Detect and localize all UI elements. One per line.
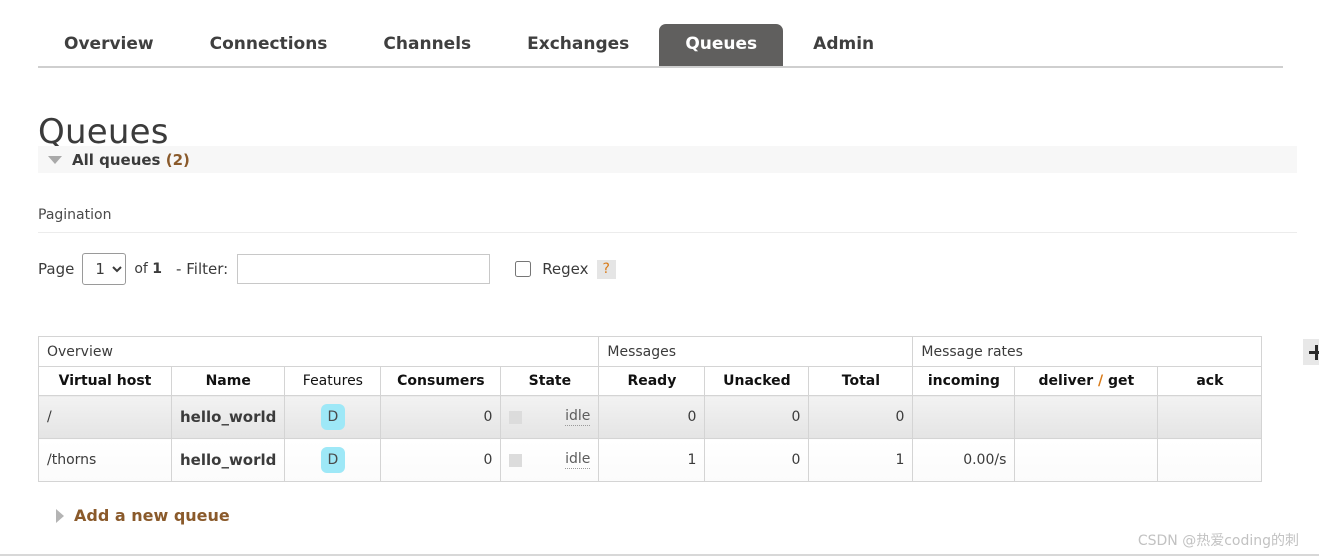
cell-features: D	[284, 438, 382, 482]
cell-deliver-get	[1014, 438, 1159, 482]
queues-table: Overview Messages Message rates Virtual …	[37, 336, 1263, 482]
chevron-right-icon	[56, 508, 64, 523]
column-header-unacked[interactable]: Unacked	[704, 366, 810, 396]
regex-help-icon[interactable]: ?	[596, 259, 616, 279]
plus-icon	[1308, 344, 1319, 360]
tab-exchanges[interactable]: Exchanges	[501, 24, 655, 66]
regex-control-group: Regex ?	[515, 259, 616, 279]
tab-channels[interactable]: Channels	[357, 24, 497, 66]
page-of-prefix: of	[134, 261, 148, 277]
page-label: Page	[38, 260, 75, 278]
cell-queue-name[interactable]: hello_world	[170, 438, 286, 482]
page-total-text: of 1	[134, 261, 162, 277]
column-header-features: Features	[284, 366, 382, 396]
cell-virtual-host: /	[38, 395, 172, 439]
cell-total: 1	[808, 438, 914, 482]
column-header-name[interactable]: Name	[170, 366, 286, 396]
tab-queues[interactable]: Queues	[659, 24, 784, 66]
column-header-ack[interactable]: ack	[1157, 366, 1263, 396]
tab-overview[interactable]: Overview	[38, 24, 180, 66]
column-header-deliver-get[interactable]: deliver / get	[1014, 366, 1159, 396]
all-queues-count: (2)	[165, 150, 190, 169]
table-row: / hello_world D 0 idle 0 0 0	[38, 395, 1263, 439]
durable-badge[interactable]: D	[320, 404, 345, 430]
filter-separator: -	[176, 260, 182, 278]
pagination-divider	[38, 232, 1297, 233]
group-header-message-rates: Message rates	[912, 336, 1263, 367]
group-header-messages: Messages	[598, 336, 914, 367]
cell-ack	[1157, 395, 1263, 439]
state-indicator-icon	[509, 453, 523, 467]
state-label[interactable]: idle	[565, 408, 591, 426]
add-new-queue-label: Add a new queue	[74, 506, 230, 525]
cell-consumers: 0	[380, 395, 502, 439]
cell-consumers: 0	[380, 438, 502, 482]
cell-unacked: 0	[704, 438, 810, 482]
watermark: CSDN @热爱coding的刺	[1137, 533, 1299, 549]
column-header-ready[interactable]: Ready	[598, 366, 706, 396]
filter-label: - Filter:	[176, 260, 228, 278]
chevron-down-icon	[48, 155, 62, 164]
table-column-header-row: Virtual host Name Features Consumers Sta…	[38, 366, 1263, 396]
column-header-virtual-host[interactable]: Virtual host	[38, 366, 172, 396]
pagination-controls: Page 1 of 1 - Filter: Regex ?	[38, 252, 616, 286]
pagination-heading: Pagination	[38, 207, 112, 223]
cell-ack	[1157, 438, 1263, 482]
cell-incoming: 0.00/s	[912, 438, 1016, 482]
column-header-total[interactable]: Total	[808, 366, 914, 396]
page-select[interactable]: 1	[82, 253, 127, 285]
cell-state: idle	[500, 395, 600, 439]
all-queues-text: All queues	[72, 150, 161, 169]
state-indicator-icon	[509, 410, 523, 424]
column-header-incoming[interactable]: incoming	[912, 366, 1016, 396]
cell-state: idle	[500, 438, 600, 482]
page-title: Queues	[38, 111, 169, 152]
cell-deliver-get	[1014, 395, 1159, 439]
all-queues-label: All queues (2)	[72, 151, 190, 169]
add-new-queue-section[interactable]: Add a new queue	[46, 506, 230, 525]
cell-ready: 0	[598, 395, 706, 439]
main-navigation: Overview Connections Channels Exchanges …	[38, 16, 1283, 68]
nav-tab-list: Overview Connections Channels Exchanges …	[38, 16, 1283, 66]
column-toggle-button[interactable]	[1303, 339, 1319, 365]
durable-badge[interactable]: D	[320, 447, 345, 473]
regex-label: Regex	[542, 260, 589, 278]
filter-label-text: Filter:	[186, 260, 229, 278]
state-label[interactable]: idle	[565, 451, 591, 469]
filter-input[interactable]	[237, 254, 491, 284]
cell-virtual-host: /thorns	[38, 438, 172, 482]
page-of-total: 1	[152, 261, 163, 277]
cell-total: 0	[808, 395, 914, 439]
regex-checkbox[interactable]	[515, 261, 532, 277]
group-header-overview: Overview	[37, 336, 600, 367]
cell-features: D	[284, 395, 382, 439]
column-header-state[interactable]: State	[500, 366, 600, 396]
tab-connections[interactable]: Connections	[184, 24, 354, 66]
column-header-consumers[interactable]: Consumers	[380, 366, 502, 396]
table-group-header-row: Overview Messages Message rates	[37, 336, 1263, 367]
cell-ready: 1	[598, 438, 706, 482]
all-queues-section-header[interactable]: All queues (2)	[38, 146, 1297, 173]
cell-incoming	[912, 395, 1016, 439]
tab-admin[interactable]: Admin	[787, 24, 900, 66]
cell-unacked: 0	[704, 395, 810, 439]
cell-queue-name[interactable]: hello_world	[170, 395, 286, 439]
table-row: /thorns hello_world D 0 idle 1 0 1 0.00/…	[38, 438, 1263, 482]
